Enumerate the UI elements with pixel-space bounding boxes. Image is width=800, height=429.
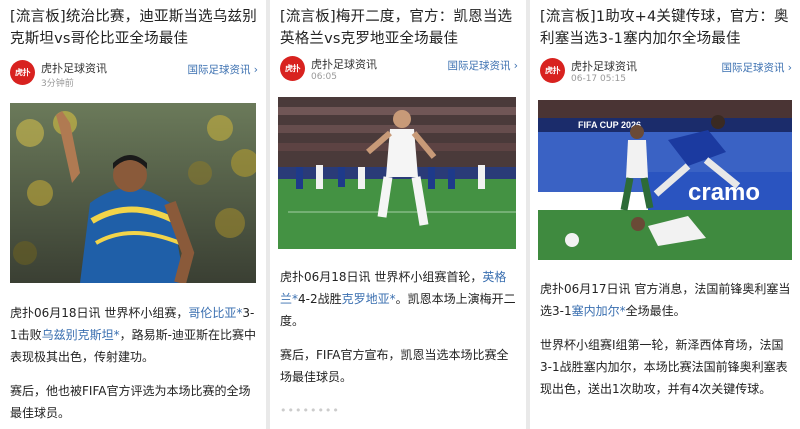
team-link-uzbekistan[interactable]: 乌兹别克斯坦* — [42, 328, 120, 342]
article-paragraph: 虎扑06月18日讯 世界杯小组赛首轮，英格兰*4-2战胜克罗地亚*。凯恩本场上演… — [280, 266, 518, 332]
news-card-1[interactable]: [流言板]统治比赛，迪亚斯当选乌兹别克斯坦vs哥伦比亚全场最佳 虎扑 虎扑足球资… — [0, 0, 266, 429]
match-action-image — [278, 97, 516, 249]
source-row: 虎扑 虎扑足球资讯 06:05 国际足球资讯 › — [280, 56, 518, 86]
source-row: 虎扑 虎扑足球资讯 3分钟前 国际足球资讯 › — [10, 60, 258, 90]
category-tag[interactable]: 国际足球资讯 › — [447, 58, 518, 73]
text-span: 全场最佳。 — [625, 304, 686, 318]
source-name[interactable]: 虎扑足球资讯 — [311, 56, 377, 72]
adboard-text: cramo — [688, 179, 760, 206]
text-span: 虎扑06月18日讯 世界杯小组赛首轮， — [280, 270, 483, 284]
source-name[interactable]: 虎扑足球资讯 — [41, 60, 107, 76]
article-paragraph: 赛后，他也被FIFA官方评选为本场比赛的全场最佳球员。 — [10, 384, 251, 420]
news-card-2[interactable]: [流言板]梅开二度，官方：凯恩当选英格兰vs克罗地亚全场最佳 虎扑 虎扑足球资讯… — [270, 0, 526, 429]
article-paragraph: 虎扑06月17日讯 官方消息，法国前锋奥利塞当选3-1塞内加尔*全场最佳。 — [540, 278, 792, 322]
news-card-3[interactable]: [流言板]1助攻+4关键传球，官方：奥利塞当选3-1塞内加尔全场最佳 虎扑 虎扑… — [530, 0, 800, 429]
article-body: 虎扑06月18日讯 世界杯小组赛首轮，英格兰*4-2战胜克罗地亚*。凯恩本场上演… — [280, 266, 518, 422]
news-photo: FIFA CUP 2026 cramo — [538, 100, 792, 260]
card-title[interactable]: [流言板]统治比赛，迪亚斯当选乌兹别克斯坦vs哥伦比亚全场最佳 — [10, 6, 258, 50]
team-link-colombia[interactable]: 哥伦比亚* — [188, 306, 242, 320]
team-link-senegal[interactable]: 塞内加尔* — [572, 304, 626, 318]
category-tag[interactable]: 国际足球资讯 › — [187, 62, 258, 77]
card-title[interactable]: [流言板]梅开二度，官方：凯恩当选英格兰vs克罗地亚全场最佳 — [280, 6, 518, 50]
player-celebrating-image — [10, 103, 256, 283]
publish-time: 06:05 — [311, 72, 337, 82]
source-logo: 虎扑 — [10, 60, 35, 85]
category-label: 国际足球资讯 — [187, 64, 251, 76]
publish-time: 06-17 05:15 — [571, 74, 626, 84]
article-body: 虎扑06月18日讯 世界杯小组赛，哥伦比亚*3-1击败乌兹别克斯坦*，路易斯-迪… — [10, 302, 258, 429]
category-label: 国际足球资讯 — [721, 62, 785, 74]
chevron-right-icon: › — [513, 60, 518, 72]
news-photo — [278, 97, 516, 249]
publish-time: 3分钟前 — [41, 79, 74, 89]
article-paragraph: 世界杯小组赛I组第一轮，新泽西体育场，法国3-1战胜塞内加尔，本场比赛法国前锋奥… — [540, 338, 788, 396]
match-tackle-image: FIFA CUP 2026 cramo — [538, 100, 792, 260]
source-logo: 虎扑 — [280, 56, 305, 81]
article-paragraph: 赛后，FIFA官方宣布，凯恩当选本场比赛全场最佳球员。 — [280, 348, 509, 384]
text-span: 虎扑06月18日讯 世界杯小组赛， — [10, 306, 189, 320]
article-paragraph: 虎扑06月18日讯 世界杯小组赛，哥伦比亚*3-1击败乌兹别克斯坦*，路易斯-迪… — [10, 302, 258, 368]
category-tag[interactable]: 国际足球资讯 › — [721, 60, 792, 75]
article-body: 虎扑06月17日讯 官方消息，法国前锋奥利塞当选3-1塞内加尔*全场最佳。 世界… — [540, 278, 792, 412]
text-span: 4-2战胜 — [298, 292, 342, 306]
source-name[interactable]: 虎扑足球资讯 — [571, 58, 637, 74]
chevron-right-icon: › — [253, 64, 258, 76]
chevron-right-icon: › — [787, 62, 792, 74]
news-photo — [10, 103, 256, 283]
team-link-croatia[interactable]: 克罗地亚* — [342, 292, 396, 306]
category-label: 国际足球资讯 — [447, 60, 511, 72]
card-title[interactable]: [流言板]1助攻+4关键传球，官方：奥利塞当选3-1塞内加尔全场最佳 — [540, 6, 792, 50]
source-row: 虎扑 虎扑足球资讯 06-17 05:15 国际足球资讯 › — [540, 58, 792, 88]
source-logo: 虎扑 — [540, 58, 565, 83]
truncated-indicator: •••••••• — [280, 404, 340, 417]
